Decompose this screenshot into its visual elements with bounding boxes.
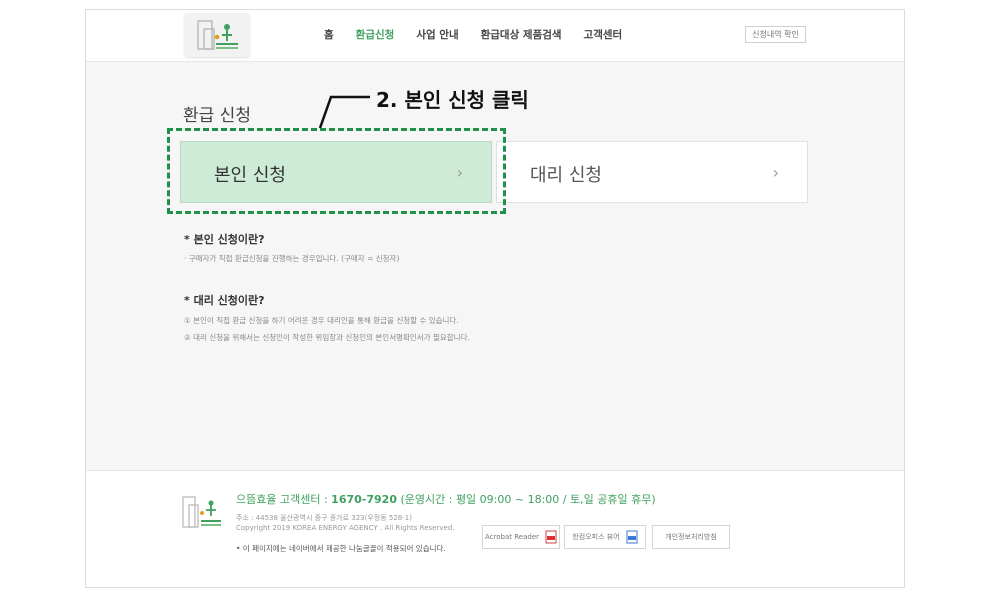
info-proxy-heading: * 대리 신청이란?	[184, 294, 265, 307]
pdf-file-icon	[545, 530, 557, 544]
acrobat-reader-button[interactable]: Acrobat Reader	[482, 525, 560, 549]
customer-center-info: 으뜸효율 고객센터 : 1670-7920 (운영시간 : 평일 09:00 ~…	[236, 491, 656, 507]
nav-customer-center[interactable]: 고객센터	[584, 27, 623, 42]
chevron-right-icon: ›	[772, 163, 779, 182]
logo-graphic-icon	[197, 20, 238, 50]
acrobat-label: Acrobat Reader	[485, 533, 539, 541]
nav-home[interactable]: 홈	[324, 27, 334, 42]
info-proxy-desc-1: ① 본인이 직접 환급 신청을 하기 어려운 경우 대리인을 통해 환급을 신청…	[184, 316, 459, 325]
proxy-apply-label: 대리 신청	[530, 165, 602, 186]
nav-refund-apply[interactable]: 환급신청	[356, 27, 395, 42]
info-proxy-desc-2: ② 대리 신청을 위해서는 신청인이 작성한 위임장과 신청인의 본인서명확인서…	[184, 333, 470, 342]
footer-copyright: Copyright 2019 KOREA ENERGY AGENCY . All…	[236, 524, 455, 532]
footer-font-note: • 이 페이지에는 네이버에서 제공한 나눔글꼴이 적용되어 있습니다.	[236, 544, 446, 553]
info-self-title: 본인 신청이란?	[193, 233, 265, 246]
footer-address: 주소 : 44538 울산광역시 중구 종가로 323(우정동 528-1)	[236, 514, 412, 522]
site-logo[interactable]	[184, 13, 250, 57]
hwp-file-icon	[626, 530, 638, 544]
proxy-apply-card[interactable]: 대리 신청 ›	[496, 141, 808, 203]
center-hours: (운영시간 : 평일 09:00 ~ 18:00 / 토,일 공휴일 휴무)	[400, 493, 656, 506]
nav-product-search[interactable]: 환급대상 제품검색	[481, 27, 562, 42]
page-title: 환급 신청	[183, 106, 251, 126]
hancom-label: 한컴오피스 뷰어	[572, 533, 620, 541]
history-check-button[interactable]: 신청내역 확인	[745, 26, 806, 43]
main-nav: 홈 환급신청 사업 안내 환급대상 제품검색 고객센터	[324, 27, 644, 42]
hancom-viewer-button[interactable]: 한컴오피스 뷰어	[564, 525, 646, 549]
info-self-heading: * 본인 신청이란?	[184, 233, 265, 246]
site-header: 홈 환급신청 사업 안내 환급대상 제품검색 고객센터 신청내역 확인	[86, 10, 904, 62]
self-apply-highlight-box	[167, 128, 506, 214]
nav-business-info[interactable]: 사업 안내	[416, 27, 458, 42]
site-footer: 으뜸효율 고객센터 : 1670-7920 (운영시간 : 평일 09:00 ~…	[86, 470, 904, 587]
center-phone: 1670-7920	[331, 493, 397, 506]
info-self-desc: · 구매자가 직접 환급신청을 진행하는 경우입니다. (구매자 = 신청자)	[184, 254, 400, 263]
callout-label: 2. 본인 신청 클릭	[376, 88, 529, 112]
info-proxy-title: 대리 신청이란?	[193, 294, 265, 307]
footer-logo-icon	[182, 496, 221, 528]
privacy-policy-button[interactable]: 개인정보처리방침	[652, 525, 730, 549]
center-label: 으뜸효율 고객센터 :	[236, 493, 328, 506]
